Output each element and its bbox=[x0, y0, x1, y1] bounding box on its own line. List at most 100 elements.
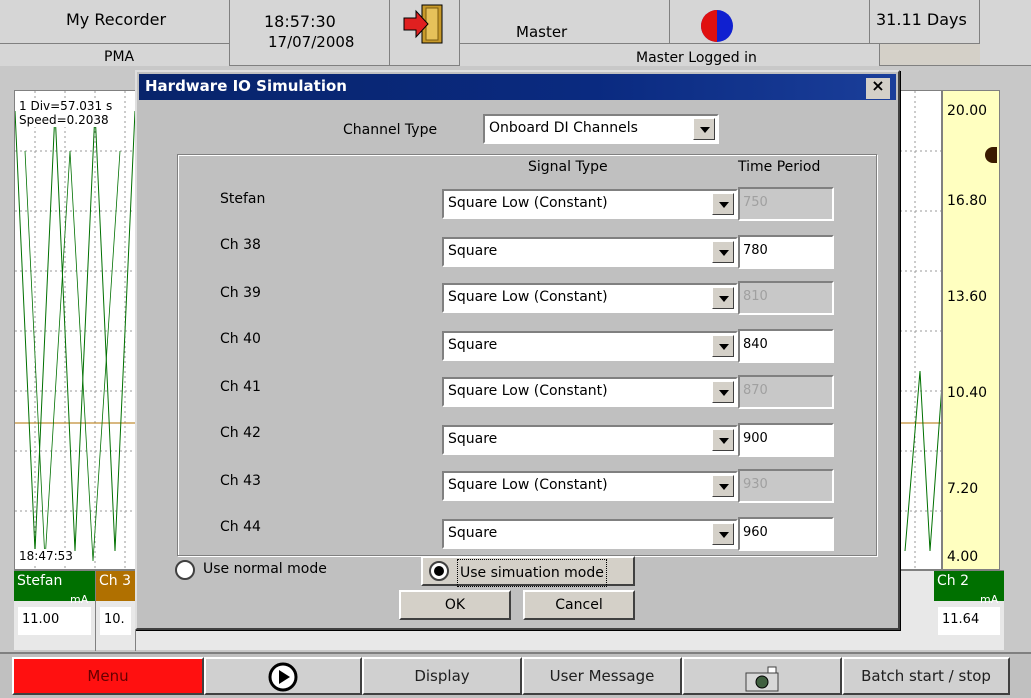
days-remaining: 31.11 Days bbox=[876, 10, 967, 29]
status-icon-cell bbox=[670, 0, 870, 44]
pen-ch3[interactable]: Ch 3 10. bbox=[96, 571, 136, 651]
pen-value: 11.64 bbox=[938, 607, 1000, 635]
cancel-button[interactable]: Cancel bbox=[523, 590, 635, 620]
user-name: Master bbox=[516, 23, 568, 41]
pen-header: Ch 2 mA bbox=[934, 571, 1004, 606]
chevron-down-icon[interactable] bbox=[712, 475, 734, 497]
signal-type-value: Square Low (Constant) bbox=[448, 477, 608, 493]
signal-type-select[interactable]: Square Low (Constant) bbox=[442, 189, 738, 219]
scale-bar: 20.00 16.80 13.60 10.40 7.20 4.00 bbox=[942, 90, 1000, 570]
chevron-down-icon[interactable] bbox=[712, 335, 734, 357]
header-spacer bbox=[980, 0, 1031, 66]
scale-tick: 13.60 bbox=[947, 289, 988, 305]
batch-button[interactable]: Batch start / stop bbox=[842, 657, 1010, 695]
recorder-screen: My Recorder PMA 18:57:30 17/07/2008 Mast… bbox=[0, 0, 1031, 698]
time-period-field: 810 bbox=[738, 281, 834, 315]
play-button[interactable] bbox=[204, 657, 362, 695]
chevron-down-icon[interactable] bbox=[712, 241, 734, 263]
normal-mode-radio[interactable] bbox=[175, 560, 195, 580]
time-period-field[interactable]: 780 bbox=[738, 235, 834, 269]
login-status-cell: Master Logged in bbox=[460, 44, 880, 66]
time-period-field: 750 bbox=[738, 187, 834, 221]
scale-tick: 20.00 bbox=[947, 103, 988, 119]
simulation-mode-label: Use simuation mode bbox=[457, 559, 607, 587]
pen-header: Stefan mA bbox=[14, 571, 95, 606]
user-cell[interactable]: Master bbox=[460, 0, 670, 44]
menu-button[interactable]: Menu bbox=[12, 657, 204, 695]
time-period-field[interactable]: 840 bbox=[738, 329, 834, 363]
signal-type-select[interactable]: Square bbox=[442, 237, 738, 267]
status-pie-icon bbox=[701, 10, 733, 42]
pen-stefan[interactable]: Stefan mA 11.00 bbox=[14, 571, 96, 651]
clock-cell: 18:57:30 17/07/2008 bbox=[230, 0, 390, 66]
logout-icon[interactable] bbox=[402, 2, 446, 46]
scale-tick: 16.80 bbox=[947, 193, 988, 209]
channel-name: Ch 38 bbox=[220, 237, 261, 253]
clock-date: 17/07/2008 bbox=[268, 33, 355, 51]
signal-type-select[interactable]: Square bbox=[442, 425, 738, 455]
hardware-io-dialog: Hardware IO Simulation × Channel Type On… bbox=[135, 70, 900, 630]
ok-button[interactable]: OK bbox=[399, 590, 511, 620]
speed-info: Speed=0.2038 bbox=[19, 113, 109, 127]
simulation-mode-radio[interactable] bbox=[429, 561, 449, 581]
camera-icon bbox=[745, 666, 779, 692]
bottom-menu-bar: Menu Display User Message Batch start / … bbox=[0, 652, 1031, 698]
time-period-header: Time Period bbox=[738, 159, 821, 175]
logout-cell[interactable] bbox=[390, 0, 460, 66]
channel-name: Ch 41 bbox=[220, 379, 261, 395]
app-name-cell[interactable]: My Recorder bbox=[0, 0, 230, 44]
play-icon bbox=[268, 662, 298, 692]
channel-name: Ch 40 bbox=[220, 331, 261, 347]
chevron-down-icon[interactable] bbox=[712, 523, 734, 545]
time-marker: 18:47:53 bbox=[19, 549, 73, 563]
signal-type-select[interactable]: Square Low (Constant) bbox=[442, 377, 738, 407]
dialog-title: Hardware IO Simulation bbox=[145, 77, 347, 95]
pen-marker-icon bbox=[985, 147, 997, 163]
signal-type-select[interactable]: Square Low (Constant) bbox=[442, 283, 738, 313]
channel-name: Stefan bbox=[220, 191, 266, 207]
channel-type-value: Onboard DI Channels bbox=[489, 120, 638, 136]
days-cell: 31.11 Days bbox=[870, 0, 980, 44]
signal-type-value: Square bbox=[448, 337, 498, 353]
signal-type-header: Signal Type bbox=[528, 159, 608, 175]
pen-unit: mA bbox=[980, 593, 999, 606]
time-period-field[interactable]: 960 bbox=[738, 517, 834, 551]
channel-name: Ch 42 bbox=[220, 425, 261, 441]
time-period-field[interactable]: 900 bbox=[738, 423, 834, 457]
scale-tick: 7.20 bbox=[947, 481, 979, 497]
close-button[interactable]: × bbox=[866, 78, 890, 99]
chevron-down-icon[interactable] bbox=[712, 429, 734, 451]
chevron-down-icon[interactable] bbox=[712, 193, 734, 215]
pen-name: Stefan bbox=[17, 573, 63, 589]
normal-mode-label: Use normal mode bbox=[203, 561, 327, 577]
pen-header: Ch 3 bbox=[96, 571, 135, 601]
camera-button[interactable] bbox=[682, 657, 842, 695]
signal-type-select[interactable]: Square bbox=[442, 331, 738, 361]
channel-type-label: Channel Type bbox=[343, 122, 438, 138]
pen-value: 11.00 bbox=[18, 607, 91, 635]
chevron-down-icon[interactable] bbox=[712, 287, 734, 309]
simulation-mode-option[interactable]: Use simuation mode bbox=[421, 556, 635, 587]
chevron-down-icon[interactable] bbox=[693, 118, 715, 140]
login-status: Master Logged in bbox=[636, 50, 757, 66]
display-button[interactable]: Display bbox=[362, 657, 522, 695]
channel-name: Ch 39 bbox=[220, 285, 261, 301]
sub-name: PMA bbox=[104, 49, 135, 65]
time-period-field: 930 bbox=[738, 469, 834, 503]
channel-type-select[interactable]: Onboard DI Channels bbox=[483, 114, 719, 144]
pen-value: 10. bbox=[100, 607, 131, 635]
signal-type-value: Square Low (Constant) bbox=[448, 195, 608, 211]
user-message-button[interactable]: User Message bbox=[522, 657, 682, 695]
chevron-down-icon[interactable] bbox=[712, 381, 734, 403]
time-period-field: 870 bbox=[738, 375, 834, 409]
signal-type-select[interactable]: Square Low (Constant) bbox=[442, 471, 738, 501]
signal-type-select[interactable]: Square bbox=[442, 519, 738, 549]
pen-ch2[interactable]: Ch 2 mA 11.64 bbox=[934, 571, 1004, 651]
app-name: My Recorder bbox=[66, 10, 167, 29]
channel-group: Signal Type Time Period Stefan Square Lo… bbox=[177, 154, 877, 556]
div-info: 1 Div=57.031 s bbox=[19, 99, 113, 113]
close-icon: × bbox=[871, 76, 885, 95]
sub-name-cell: PMA bbox=[0, 44, 230, 66]
dialog-titlebar[interactable]: Hardware IO Simulation × bbox=[139, 74, 896, 100]
scale-tick: 4.00 bbox=[947, 549, 979, 565]
